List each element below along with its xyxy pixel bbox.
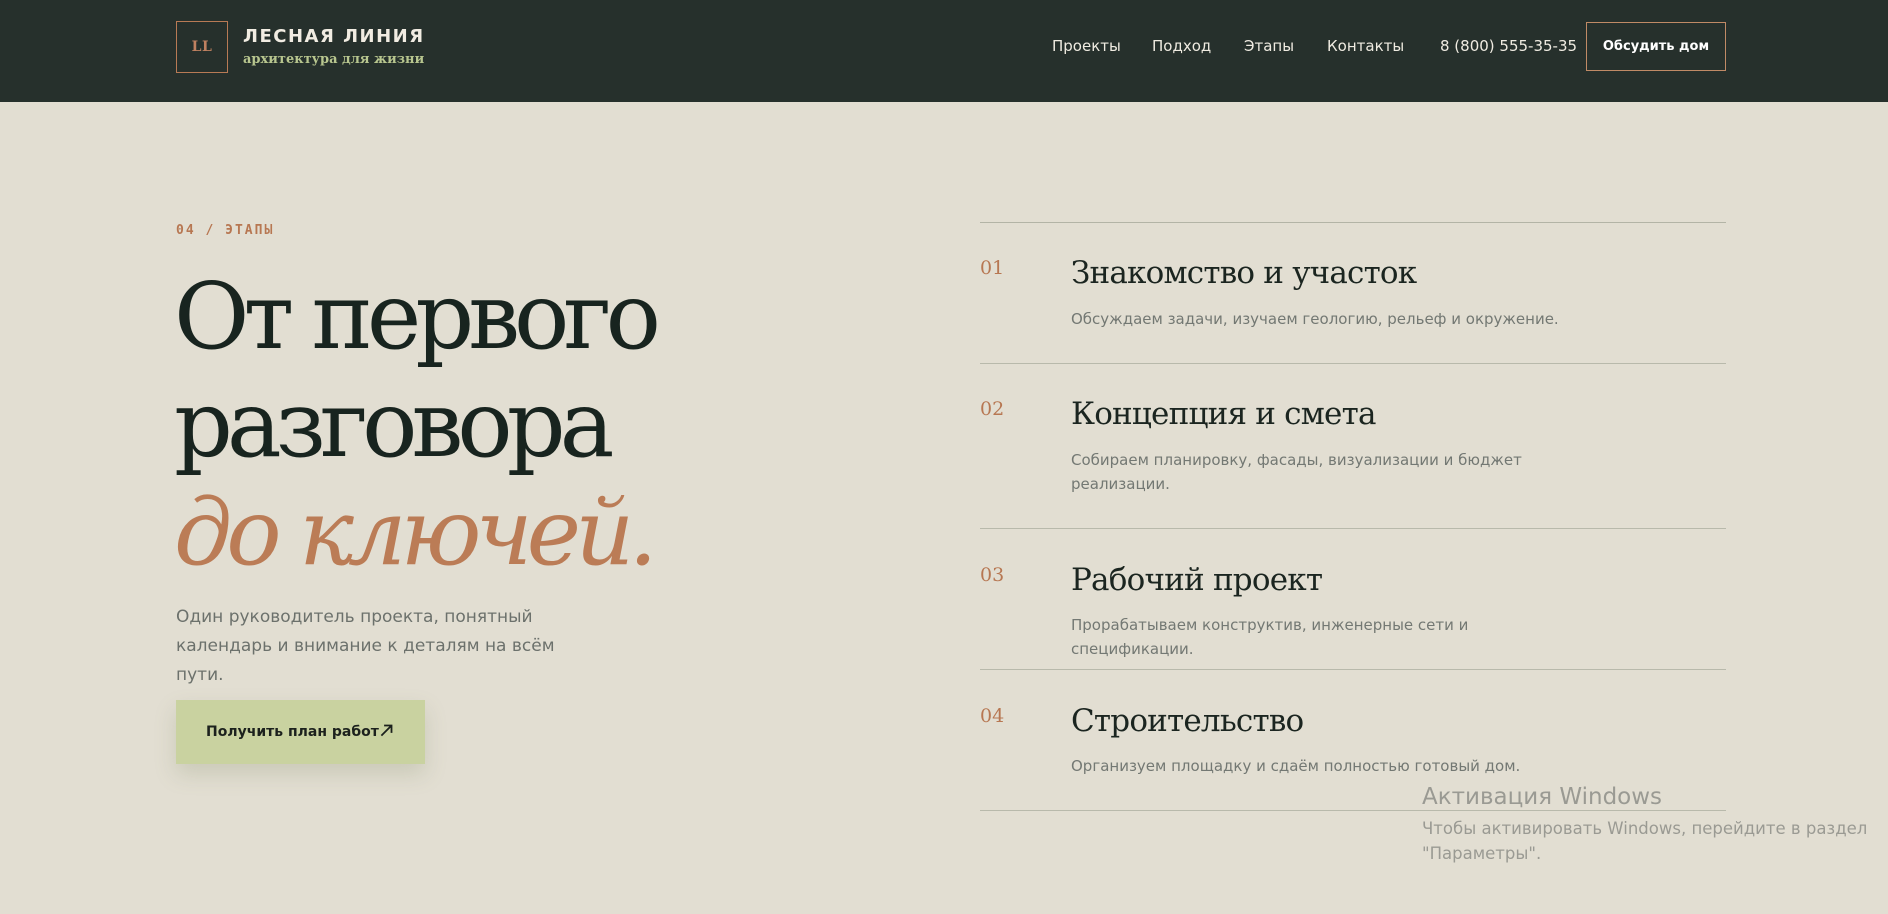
brand-tagline: архитектура для жизни [243, 52, 425, 67]
nav-link-approach[interactable]: Подход [1152, 37, 1211, 55]
step-title: Знакомство и участок [1071, 255, 1417, 291]
step-divider [980, 363, 1726, 364]
watermark-line-1: Чтобы активировать Windows, перейдите в … [1422, 819, 1868, 838]
watermark-line-2: "Параметры". [1422, 844, 1542, 863]
discuss-house-button[interactable]: Обсудить дом [1586, 22, 1726, 71]
arrow-up-right-icon [380, 724, 393, 737]
brand-name[interactable]: ЛЕСНАЯ ЛИНИЯ [243, 26, 425, 47]
step-divider [980, 528, 1726, 529]
step-divider [980, 669, 1726, 670]
step-description: Организуем площадку и сдаём полностью го… [1071, 757, 1521, 775]
headline-line-1: От первого [174, 263, 661, 370]
step-title: Рабочий проект [1071, 562, 1323, 598]
nav-link-stages[interactable]: Этапы [1244, 37, 1294, 55]
step-number: 01 [980, 257, 1005, 279]
site-header: LL ЛЕСНАЯ ЛИНИЯ архитектура для жизни Пр… [0, 0, 1888, 102]
windows-activation-watermark: Активация Windows Чтобы активировать Win… [1422, 784, 1867, 866]
steps-top-divider [980, 222, 1726, 223]
step-description: Собираем планировку, фасады, визуализаци… [1071, 451, 1522, 493]
step-description: Обсуждаем задачи, изучаем геологию, рель… [1071, 310, 1559, 328]
step-number: 04 [980, 705, 1005, 727]
step-title: Концепция и смета [1071, 396, 1376, 432]
hero-lead: Один руководитель проекта, понятный кале… [176, 607, 555, 685]
step-number: 03 [980, 564, 1005, 586]
hero-headline: От первого разговора до ключей. [174, 263, 661, 587]
step-title: Строительство [1071, 703, 1304, 739]
phone-link[interactable]: 8 (800) 555-35-35 [1440, 37, 1577, 55]
logo-mark[interactable]: LL [176, 21, 228, 73]
step-description: Прорабатываем конструктив, инженерные се… [1071, 616, 1469, 658]
nav-link-projects[interactable]: Проекты [1052, 37, 1121, 55]
headline-accent: до ключей. [174, 479, 658, 586]
headline-line-2: разговора [174, 371, 614, 478]
get-plan-button-label: Получить план работ [206, 724, 379, 740]
watermark-title: Активация Windows [1422, 784, 1663, 810]
section-eyebrow: 04 / ЭТАПЫ [176, 223, 275, 238]
nav-link-contacts[interactable]: Контакты [1327, 37, 1404, 55]
step-number: 02 [980, 398, 1005, 420]
get-plan-button[interactable]: Получить план работ [176, 700, 425, 764]
